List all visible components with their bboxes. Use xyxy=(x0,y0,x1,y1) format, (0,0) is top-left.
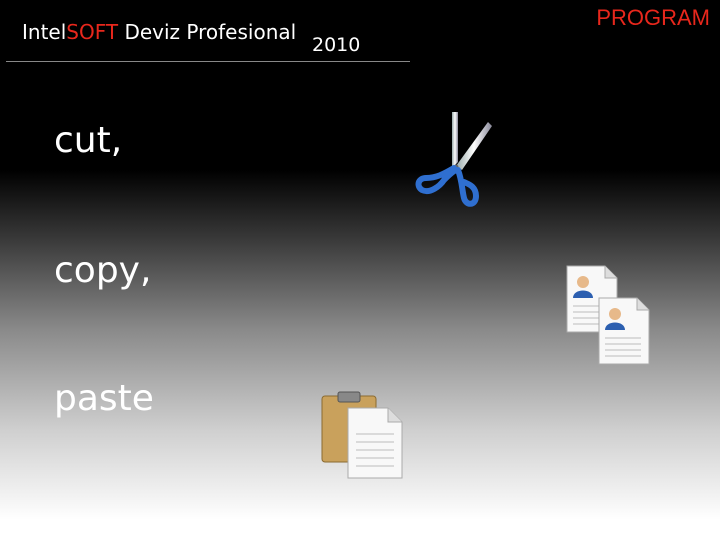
program-label: PROGRAM xyxy=(596,5,710,30)
brand-soft: SOFT xyxy=(66,20,119,44)
brand-intel: Intel xyxy=(22,20,67,44)
year-label: 2010 xyxy=(312,34,361,56)
copy-documents-icon xyxy=(566,265,650,365)
header-divider xyxy=(6,61,410,62)
clipboard-paste-icon xyxy=(321,391,403,479)
paste-text: paste xyxy=(54,378,154,419)
app-title: IntelSOFT Deviz Profesional 2010 xyxy=(22,20,360,56)
product-name: Deviz Profesional xyxy=(124,20,297,44)
cut-text: cut, xyxy=(54,120,123,161)
scissors-icon xyxy=(415,112,492,207)
copy-text: copy, xyxy=(54,250,152,291)
